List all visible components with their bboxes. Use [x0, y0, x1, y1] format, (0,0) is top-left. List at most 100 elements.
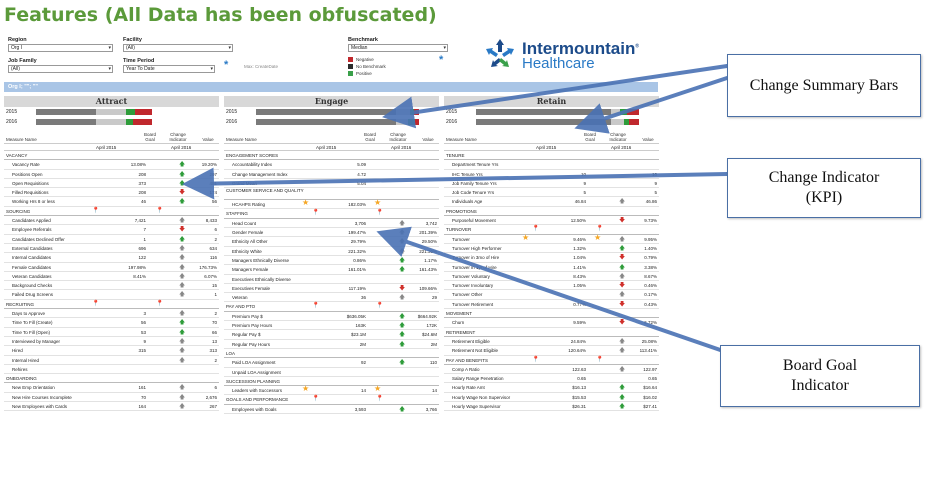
table-row[interactable]: Comp A Ratio 122.63 🡅 122.97: [444, 365, 659, 375]
pin-icon[interactable]: 📍: [376, 395, 383, 402]
table-row[interactable]: Paid LOA Assignment 92 🡅 110: [224, 358, 439, 368]
table-row[interactable]: Candidates Applied 7,421 🡅 8,433: [4, 216, 219, 226]
region-select[interactable]: Org I ▾: [8, 44, 113, 52]
table-row[interactable]: Filled Requisitions 208 🡇 174: [4, 188, 219, 198]
summary-bar[interactable]: [256, 119, 419, 125]
table-row[interactable]: Turnover Other 🡅 0.17%: [444, 290, 659, 300]
summary-row: 2016: [4, 118, 219, 127]
table-row[interactable]: Purposeful Movement 12.50% 🡇 9.73%: [444, 216, 659, 226]
table-row[interactable]: New Employees with Cards 164 🡅 267: [4, 402, 219, 412]
summary-bar[interactable]: [256, 109, 419, 115]
table-row[interactable]: Interviewed by Manager 9 🡅 13: [4, 337, 219, 347]
table-row[interactable]: Working Hrs 8 or less 46 🡅 56: [4, 197, 219, 207]
table-row[interactable]: Internal Candidates 122 🡅 116: [4, 253, 219, 263]
summary-bar[interactable]: [476, 109, 639, 115]
summary-row: 2015: [4, 108, 219, 117]
table-row[interactable]: Retirement Not Eligible 120.64% 🡅 113.41%: [444, 346, 659, 356]
pin-icon[interactable]: 📍: [156, 300, 163, 307]
table-row[interactable]: Executives Ethnically Diverse: [224, 275, 439, 284]
pin-icon[interactable]: 📍: [156, 207, 163, 214]
facility-value: (All): [126, 45, 135, 51]
table-row[interactable]: Turnover Voluntary 8.43% 🡅 8.67%: [444, 272, 659, 282]
benchmark-select[interactable]: Median ▾: [348, 44, 448, 52]
pin-icon[interactable]: 📍: [376, 302, 383, 309]
table-row[interactable]: Veteran Candidates 8.41% 🡅 6.07%: [4, 272, 219, 282]
table-row[interactable]: Head Count 3,706 🡅 3,742: [224, 219, 439, 229]
pin-icon[interactable]: 📍: [92, 207, 99, 214]
table-row[interactable]: IHC Tenure Yrs 10 10: [444, 170, 659, 179]
table-row[interactable]: Turnover Retirement 0.77% 🡇 0.43%: [444, 300, 659, 310]
summary-year: 2015: [446, 109, 458, 115]
table-row[interactable]: Leaders with Successors ★ 14 ★ 14: [224, 384, 439, 396]
table-row[interactable]: Time To Fill (Open) 53 🡅 66: [4, 328, 219, 337]
table-row[interactable]: Ethnicity White 221.32% 🡅 221.30%: [224, 247, 439, 256]
table-row[interactable]: Change Management Index 4.72: [224, 170, 439, 179]
table-row[interactable]: Job Code Tenure Yrs 5 5: [444, 188, 659, 198]
pin-icon[interactable]: 📍: [312, 302, 319, 309]
table-row[interactable]: Turnover in 3mo of Hire 1.04% 🡇 0.79%: [444, 253, 659, 263]
table-row[interactable]: HCAHPS Rating ★ 182.03% ★: [224, 198, 439, 210]
table-row[interactable]: Candidates Declined Offer 1 🡅 2: [4, 235, 219, 244]
summary-bar[interactable]: [36, 109, 152, 115]
table-row[interactable]: External Candidates 696 🡅 634: [4, 244, 219, 254]
table-row[interactable]: Vacancy Rate 13.08% 🡅 19.20%: [4, 160, 219, 170]
table-row[interactable]: Turnover Involuntary 1.05% 🡇 0.46%: [444, 281, 659, 291]
table-row[interactable]: Rehires: [4, 365, 219, 375]
table-row[interactable]: Churn 9.59% 🡇 6.72%: [444, 318, 659, 328]
table-row[interactable]: Failed Drug Screens 🡅 1: [4, 290, 219, 300]
panel-title: Attract: [4, 96, 219, 107]
table-row[interactable]: Turnover High Performer 1.32% 🡅 1.40%: [444, 244, 659, 254]
table-row[interactable]: Hourly Wage Supervisor $26.31 🡅 $27.41: [444, 402, 659, 412]
table-row[interactable]: Job Family Tenure Yrs 9 9: [444, 179, 659, 189]
facility-select[interactable]: (All) ▾: [123, 44, 233, 52]
table-row[interactable]: Background Checks 🡅 15: [4, 281, 219, 291]
table-row[interactable]: New Hire Courses Incomplete 70 🡅 2,676: [4, 393, 219, 403]
pin-icon[interactable]: 📍: [596, 356, 603, 363]
table-row[interactable]: Days to Approve 3 🡅 2: [4, 309, 219, 319]
table-row[interactable]: Turnover ★ 9.46% ★ 🡅 9.95%: [444, 233, 659, 244]
pin-icon[interactable]: 📍: [312, 395, 319, 402]
table-row[interactable]: Internal Hired 🡅 2: [4, 356, 219, 365]
value-2015: $15.53: [572, 394, 586, 400]
table-row[interactable]: Hourly Wage Non Supervisor $15.53 🡅 $16.02: [444, 393, 659, 403]
table-row[interactable]: Employee Referrals 7 🡇 6: [4, 225, 219, 235]
table-row[interactable]: Executives Female 117.19% 🡇 109.66%: [224, 284, 439, 294]
pin-icon[interactable]: 📍: [312, 209, 319, 216]
pin-icon[interactable]: 📍: [596, 225, 603, 232]
table-row[interactable]: New Emp Orientation 161 🡅 6: [4, 383, 219, 393]
job-family-select[interactable]: (All) ▾: [8, 65, 113, 73]
table-row[interactable]: Premium Pay $ $636.05K 🡅 $664.92K: [224, 312, 439, 322]
table-row[interactable]: Regular Pay Hours 2M 🡅 2M: [224, 340, 439, 349]
table-row[interactable]: Grand Mean 5.04: [224, 179, 439, 189]
table-row[interactable]: Time To Fill (Create) 56 🡅 70: [4, 318, 219, 328]
table-row[interactable]: Managers Female 161.01% 🡅 161.43%: [224, 265, 439, 275]
table-row[interactable]: Open Requisitions 373 🡅 481: [4, 179, 219, 189]
table-row[interactable]: Retirement Eligible 24.84% 🡅 25.08%: [444, 337, 659, 347]
table-row[interactable]: Gender Female 199.47% 🡅 201.39%: [224, 228, 439, 238]
pin-icon[interactable]: 📍: [532, 225, 539, 232]
table-row[interactable]: Positions Open 208 🡅 297: [4, 170, 219, 179]
table-row[interactable]: Turnover in 1yr of Hire 1.41% 🡅 3.38%: [444, 263, 659, 272]
summary-bar[interactable]: [476, 119, 639, 125]
table-row[interactable]: Individuals Age 46.84 🡅 46.86: [444, 197, 659, 207]
table-row[interactable]: Hourly Rate Amt $16.13 🡅 $16.64: [444, 383, 659, 393]
table-row[interactable]: Unpaid LOA Assignment: [224, 368, 439, 377]
pin-icon[interactable]: 📍: [92, 300, 99, 307]
table-row[interactable]: Hired 315 🡅 313: [4, 346, 219, 356]
table-row[interactable]: Salary Range Penetration 0.65 0.65: [444, 374, 659, 384]
table-row[interactable]: Veteran 36 🡅 29: [224, 293, 439, 303]
table-row[interactable]: Regular Pay $ $23.1M 🡅 $24.6M: [224, 330, 439, 340]
table-row[interactable]: Department Tenure Yrs: [444, 160, 659, 170]
table-row[interactable]: Premium Pay Hours 163K 🡅 172K: [224, 321, 439, 331]
table-row[interactable]: Ethnicity All Other 29.79% 🡅 29.50%: [224, 237, 439, 247]
table-row[interactable]: Female Candidates 197.98% 🡅 176.73%: [4, 263, 219, 272]
table-row[interactable]: Managers Ethnically Diverse 0.86% 🡅 1.17%: [224, 256, 439, 266]
measure-name: Turnover Involuntary: [452, 283, 494, 289]
chevron-down-icon: ▾: [108, 45, 111, 51]
time-period-select[interactable]: Year To Date ▾: [123, 65, 215, 73]
pin-icon[interactable]: 📍: [532, 356, 539, 363]
summary-bar[interactable]: [36, 119, 152, 125]
table-row[interactable]: Accountability Index 5.09: [224, 160, 439, 170]
table-row[interactable]: Employees with Goals 3,593 🡅 3,766: [224, 405, 439, 415]
pin-icon[interactable]: 📍: [376, 209, 383, 216]
